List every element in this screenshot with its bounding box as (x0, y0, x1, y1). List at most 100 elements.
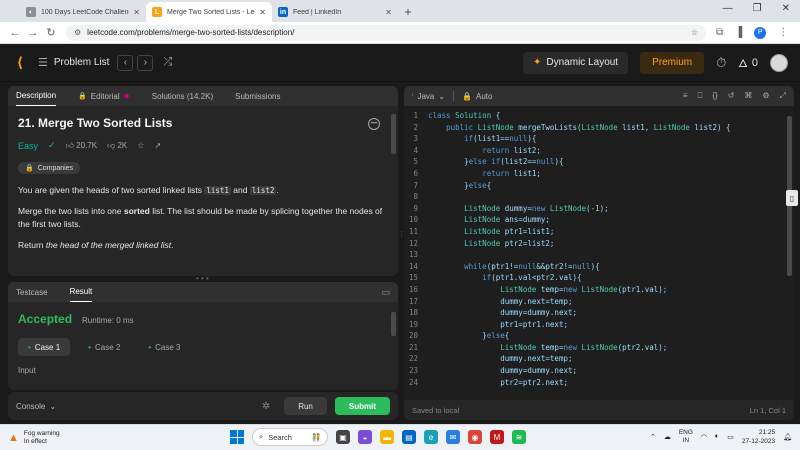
console-toggle[interactable]: Console ⌄ (16, 402, 56, 411)
sidebar-icon[interactable]: ▐ (735, 27, 742, 38)
battery-icon[interactable]: ▭ (727, 433, 734, 441)
settings-gear-icon[interactable]: ⚙ (762, 91, 769, 101)
copilot-icon[interactable]: ◒ (358, 430, 372, 444)
list-icon[interactable]: ☰ (38, 56, 48, 69)
language-indicator[interactable]: ENG IN (679, 429, 693, 445)
browser-tab-2[interactable]: L Merge Two Sorted Lists - LeetC ✕ (146, 2, 272, 22)
tab-description[interactable]: Description (16, 86, 57, 106)
like-button[interactable]: 👍︎ 20.7K (66, 141, 98, 151)
user-avatar[interactable] (770, 53, 788, 72)
mcafee-icon[interactable]: M (490, 430, 504, 444)
case-tab-2[interactable]: • Case 2 (78, 338, 130, 356)
fullscreen-icon[interactable]: ⤢ (780, 91, 786, 101)
code-line[interactable]: 23 dummy=dummy.next; (404, 365, 794, 377)
timer-icon[interactable]: ⏱ (716, 55, 726, 71)
dislike-button[interactable]: 👎︎ 2K (107, 141, 127, 151)
app-icon[interactable]: ✉ (446, 430, 460, 444)
wifi-icon[interactable]: ◠ (701, 433, 707, 441)
weather-widget[interactable]: ▲ Fog warning In effect (8, 430, 60, 446)
share-icon[interactable]: ↗ (154, 141, 161, 150)
code-line[interactable]: 10 ListNode ans=dummy; (404, 214, 794, 226)
description-scrollbar[interactable] (391, 114, 396, 154)
code-line[interactable]: 3 if(list1==null){ (404, 133, 794, 145)
code-line[interactable]: 16 ListNode temp=new ListNode(ptr1.val); (404, 284, 794, 296)
browser-tab-3[interactable]: in Feed | LinkedIn ✕ (272, 2, 398, 22)
dynamic-layout-button[interactable]: ✦ Dynamic Layout (523, 51, 629, 74)
code-line[interactable]: 15 if(ptr1.val<ptr2.val){ (404, 272, 794, 284)
companies-tag[interactable]: 🔒 Companies (18, 162, 81, 174)
leetcode-logo-icon[interactable]: ⟨ (12, 54, 28, 71)
site-settings-icon[interactable]: ⚙ (74, 28, 81, 37)
streak-counter[interactable]: 🜂 0 (738, 52, 758, 74)
code-line[interactable]: 7 }else{ (404, 180, 794, 192)
bookmark-star-icon[interactable]: ☆ (691, 28, 698, 37)
notification-icon[interactable]: 🔔︎ (783, 433, 792, 441)
tab-testcase[interactable]: Testcase (16, 282, 48, 302)
tab-result[interactable]: Result (69, 282, 93, 302)
auto-mode-toggle[interactable]: 🔒 Auto (462, 92, 492, 101)
problem-list-link[interactable]: Problem List (54, 57, 110, 68)
code-line[interactable]: 19 ptr1=ptr1.next; (404, 319, 794, 331)
shuffle-icon[interactable]: ⤮ (163, 56, 172, 69)
chrome-icon[interactable]: ◉ (468, 430, 482, 444)
case-tab-1[interactable]: • Case 1 (18, 338, 71, 356)
favorite-star-icon[interactable]: ☆ (137, 141, 144, 150)
bookmark-icon[interactable]: ⎕ (698, 91, 703, 101)
windows-start-icon[interactable] (230, 430, 244, 444)
tray-chevron-icon[interactable]: ⌃ (650, 433, 656, 441)
reload-icon[interactable]: ↻ (42, 26, 60, 39)
shortcuts-icon[interactable]: ⌘ (744, 91, 752, 101)
side-panel-icon[interactable]: ▯ (786, 190, 798, 206)
clock[interactable]: 21:25 27-12-2023 (742, 428, 775, 446)
debug-icon[interactable]: ✲ (262, 401, 270, 412)
code-line[interactable]: 5 }else if(list2==null){ (404, 156, 794, 168)
code-line[interactable]: 8 (404, 191, 794, 203)
code-line[interactable]: 14 while(ptr1!=null&&ptr2!=null){ (404, 261, 794, 273)
back-icon[interactable]: ← (6, 27, 24, 39)
restore-icon[interactable]: ❐ (753, 3, 762, 14)
code-line[interactable]: 24 ptr2=ptr2.next; (404, 377, 794, 389)
tab-editorial[interactable]: 🔒 Editorial ◉ (78, 86, 130, 106)
cloud-icon[interactable]: ☁ (664, 433, 671, 441)
premium-button[interactable]: Premium (640, 51, 705, 74)
profile-avatar[interactable]: P (754, 26, 767, 39)
case-tab-3[interactable]: • Case 3 (138, 338, 190, 356)
close-icon[interactable]: ✕ (133, 8, 140, 17)
code-line[interactable]: 17 dummy.next=temp; (404, 296, 794, 308)
close-window-icon[interactable]: ✕ (782, 3, 790, 14)
code-line[interactable]: 6 return list1; (404, 168, 794, 180)
code-line[interactable]: 21 ListNode temp=new ListNode(ptr2.val); (404, 342, 794, 354)
code-line[interactable]: 18 dummy=dummy.next; (404, 307, 794, 319)
tab-submissions[interactable]: Submissions (235, 86, 280, 106)
submit-button[interactable]: Submit (334, 397, 390, 415)
code-line[interactable]: 9 ListNode dummy=new ListNode(-1); (404, 203, 794, 215)
code-line[interactable]: 12 ListNode ptr2=list2; (404, 238, 794, 250)
code-line[interactable]: 11 ListNode ptr1=list1; (404, 226, 794, 238)
language-select[interactable]: ⁱ Java ⌄ (412, 92, 445, 101)
close-icon[interactable]: ✕ (259, 8, 266, 17)
format-icon[interactable]: ≡ (683, 91, 688, 101)
extensions-icon[interactable]: ⧉ (716, 27, 723, 38)
code-line[interactable]: 13 (404, 249, 794, 261)
braces-icon[interactable]: {} (712, 91, 717, 101)
code-line[interactable]: 2 public ListNode mergeTwoLists(ListNode… (404, 122, 794, 134)
close-icon[interactable]: ✕ (385, 8, 392, 17)
minimize-panel-icon[interactable]: ▭ (381, 287, 390, 298)
volume-icon[interactable]: 🔈︎ (715, 433, 719, 441)
store-icon[interactable]: ▤ (402, 430, 416, 444)
browser-menu-icon[interactable]: ⋮ (778, 27, 788, 38)
url-input[interactable]: ⚙ leetcode.com/problems/merge-two-sorted… (66, 24, 706, 41)
code-line[interactable]: 1 class Solution { (404, 110, 794, 122)
tab-solutions[interactable]: Solutions (14.2K) (152, 86, 213, 106)
browser-tab-1[interactable]: ◐ 100 Days LeetCode Challenge ✕ (20, 2, 146, 22)
more-options-icon[interactable]: ••• (368, 118, 380, 130)
file-explorer-icon[interactable]: ▬ (380, 430, 394, 444)
prev-problem-icon[interactable]: ‹ (117, 54, 134, 71)
code-line[interactable]: 4 return list2; (404, 145, 794, 157)
reset-icon[interactable]: ↺ (728, 91, 735, 101)
result-scrollbar[interactable] (391, 312, 396, 336)
taskbar-search[interactable]: ⌕ Search 🧑‍🤝‍🧑 (252, 428, 328, 446)
code-line[interactable]: 20 }else{ (404, 330, 794, 342)
task-view-icon[interactable]: ▣ (336, 430, 350, 444)
minimize-icon[interactable]: — (723, 3, 733, 14)
